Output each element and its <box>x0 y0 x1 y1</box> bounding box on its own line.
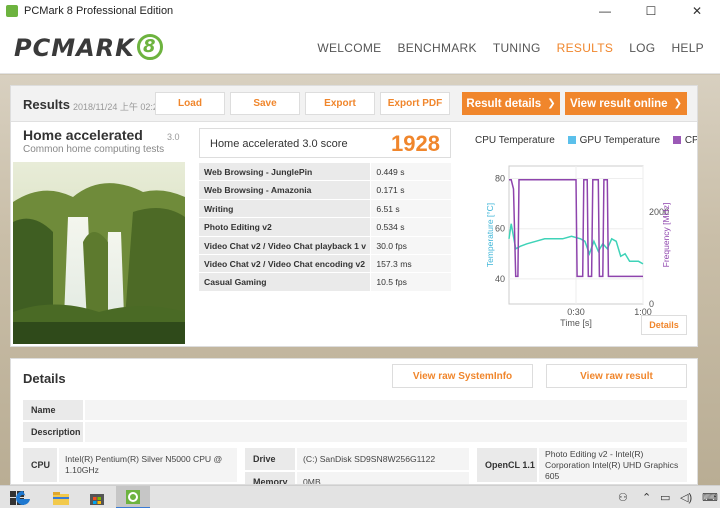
people-icon[interactable]: ⚇ <box>618 491 628 504</box>
benchmark-waterfall-image <box>13 162 185 344</box>
drive-value: (C:) SanDisk SD9SN8W256G1122 <box>297 448 469 470</box>
view-raw-result-button[interactable]: View raw result <box>546 364 687 388</box>
chevron-right-icon: ❯ <box>673 98 682 109</box>
keyboard-icon[interactable]: ⌨ <box>702 491 718 504</box>
details-button[interactable]: Details <box>641 315 687 335</box>
window-title: PCMark 8 Professional Edition <box>24 5 174 17</box>
table-row: Web Browsing - JunglePin 0.449 s <box>199 163 451 182</box>
cpu-label: CPU <box>23 448 57 482</box>
main-nav: WELCOME BENCHMARK TUNING RESULTS LOG HEL… <box>317 22 720 74</box>
export-button[interactable]: Export <box>305 92 375 115</box>
y-left-axis-label: Temperature [°C] <box>485 203 495 267</box>
legend-swatch <box>672 136 681 145</box>
volume-icon[interactable]: ◁) <box>680 491 692 504</box>
results-title: Results <box>23 97 70 112</box>
maximize-button[interactable]: ☐ <box>628 0 674 22</box>
x-axis-label: Time [s] <box>560 318 592 328</box>
legend-swatch <box>463 136 471 145</box>
y-left-tick-label: 40 <box>495 274 505 284</box>
table-row: Video Chat v2 / Video Chat playback 1 v3… <box>199 236 451 255</box>
nav-results[interactable]: RESULTS <box>557 41 614 55</box>
nav-tuning[interactable]: TUNING <box>493 41 541 55</box>
file-explorer-icon[interactable] <box>44 486 78 508</box>
details-title: Details <box>23 371 66 386</box>
chart-legend: CPU Temperature GPU Temperature CPU Cl <box>463 135 697 149</box>
store-icon[interactable] <box>80 486 114 508</box>
opencl-value: Photo Editing v2 - Intel(R) Corporation … <box>539 448 687 482</box>
memory-value: 0MB <box>297 472 469 484</box>
title-bar: PCMark 8 Professional Edition — ☐ ✕ <box>0 0 720 22</box>
y-left-tick-label: 80 <box>495 174 505 184</box>
app-icon <box>6 5 18 17</box>
nav-bar: PCMARK 8 WELCOME BENCHMARK TUNING RESULTS… <box>0 22 720 74</box>
close-button[interactable]: ✕ <box>674 0 720 22</box>
legend-item[interactable]: CPU Temperature <box>463 135 555 146</box>
score-box: Home accelerated 3.0 score 1928 <box>199 128 451 158</box>
network-icon[interactable]: ▭ <box>660 491 670 504</box>
nav-log[interactable]: LOG <box>629 41 655 55</box>
chevron-up-icon[interactable]: ⌃ <box>642 491 651 504</box>
drive-label: Drive <box>245 448 295 470</box>
table-row: Writing 6.51 s <box>199 199 451 219</box>
nav-help[interactable]: HELP <box>671 41 704 55</box>
score-label: Home accelerated 3.0 score <box>210 138 348 150</box>
legend-item[interactable]: CPU Cl <box>672 135 697 146</box>
y-right-axis-label: Frequency [MHz] <box>661 203 671 268</box>
pcmark-icon[interactable] <box>116 486 150 508</box>
x-tick-label: 0:30 <box>567 307 585 317</box>
taskbar: ⚇ ⌃ ▭ ◁) ⌨ <box>0 485 720 508</box>
load-button[interactable]: Load <box>155 92 225 115</box>
name-value <box>85 400 687 420</box>
table-row: Web Browsing - Amazonia 0.171 s <box>199 181 451 200</box>
minimize-button[interactable]: — <box>582 0 628 22</box>
test-version: 3.0 <box>167 132 180 142</box>
export-pdf-button[interactable]: Export PDF <box>380 92 450 115</box>
y-left-tick-label: 60 <box>495 224 505 234</box>
pcmark-logo: PCMARK 8 <box>14 34 163 62</box>
description-label: Description <box>23 422 83 442</box>
table-row: Video Chat v2 / Video Chat encoding v2 15… <box>199 254 451 274</box>
cpu-value: Intel(R) Pentium(R) Silver N5000 CPU @ 1… <box>59 448 237 482</box>
nav-benchmark[interactable]: BENCHMARK <box>397 41 476 55</box>
table-row: Casual Gaming 10.5 fps <box>199 273 451 292</box>
score-value: 1928 <box>391 131 440 156</box>
test-name: Home accelerated <box>23 127 143 143</box>
results-header: Results 2018/11/24 上午 02:2 Load Save Exp… <box>11 86 697 122</box>
legend-item[interactable]: GPU Temperature <box>567 135 660 146</box>
test-description: Common home computing tests <box>23 144 165 155</box>
description-value <box>85 422 687 442</box>
nav-welcome[interactable]: WELCOME <box>317 41 381 55</box>
results-table: Web Browsing - JunglePin 0.449 s Web Brow… <box>199 163 451 292</box>
table-row: Photo Editing v2 0.534 s <box>199 218 451 237</box>
opencl-label: OpenCL 1.1 <box>477 448 537 482</box>
result-details-button[interactable]: Result details ❯ <box>462 92 560 115</box>
results-date: 2018/11/24 上午 02:2 <box>73 102 158 112</box>
name-label: Name <box>23 400 83 420</box>
results-panel: Results 2018/11/24 上午 02:2 Load Save Exp… <box>10 85 698 347</box>
legend-swatch <box>567 136 576 145</box>
details-panel: Details View raw SystemInfo View raw res… <box>10 358 698 485</box>
chevron-right-icon: ❯ <box>547 98 556 109</box>
view-raw-systeminfo-button[interactable]: View raw SystemInfo <box>392 364 533 388</box>
save-button[interactable]: Save <box>230 92 300 115</box>
memory-label: Memory <box>245 472 295 484</box>
edge-icon[interactable] <box>6 486 40 508</box>
view-result-online-button[interactable]: View result online ❯ <box>565 92 687 115</box>
